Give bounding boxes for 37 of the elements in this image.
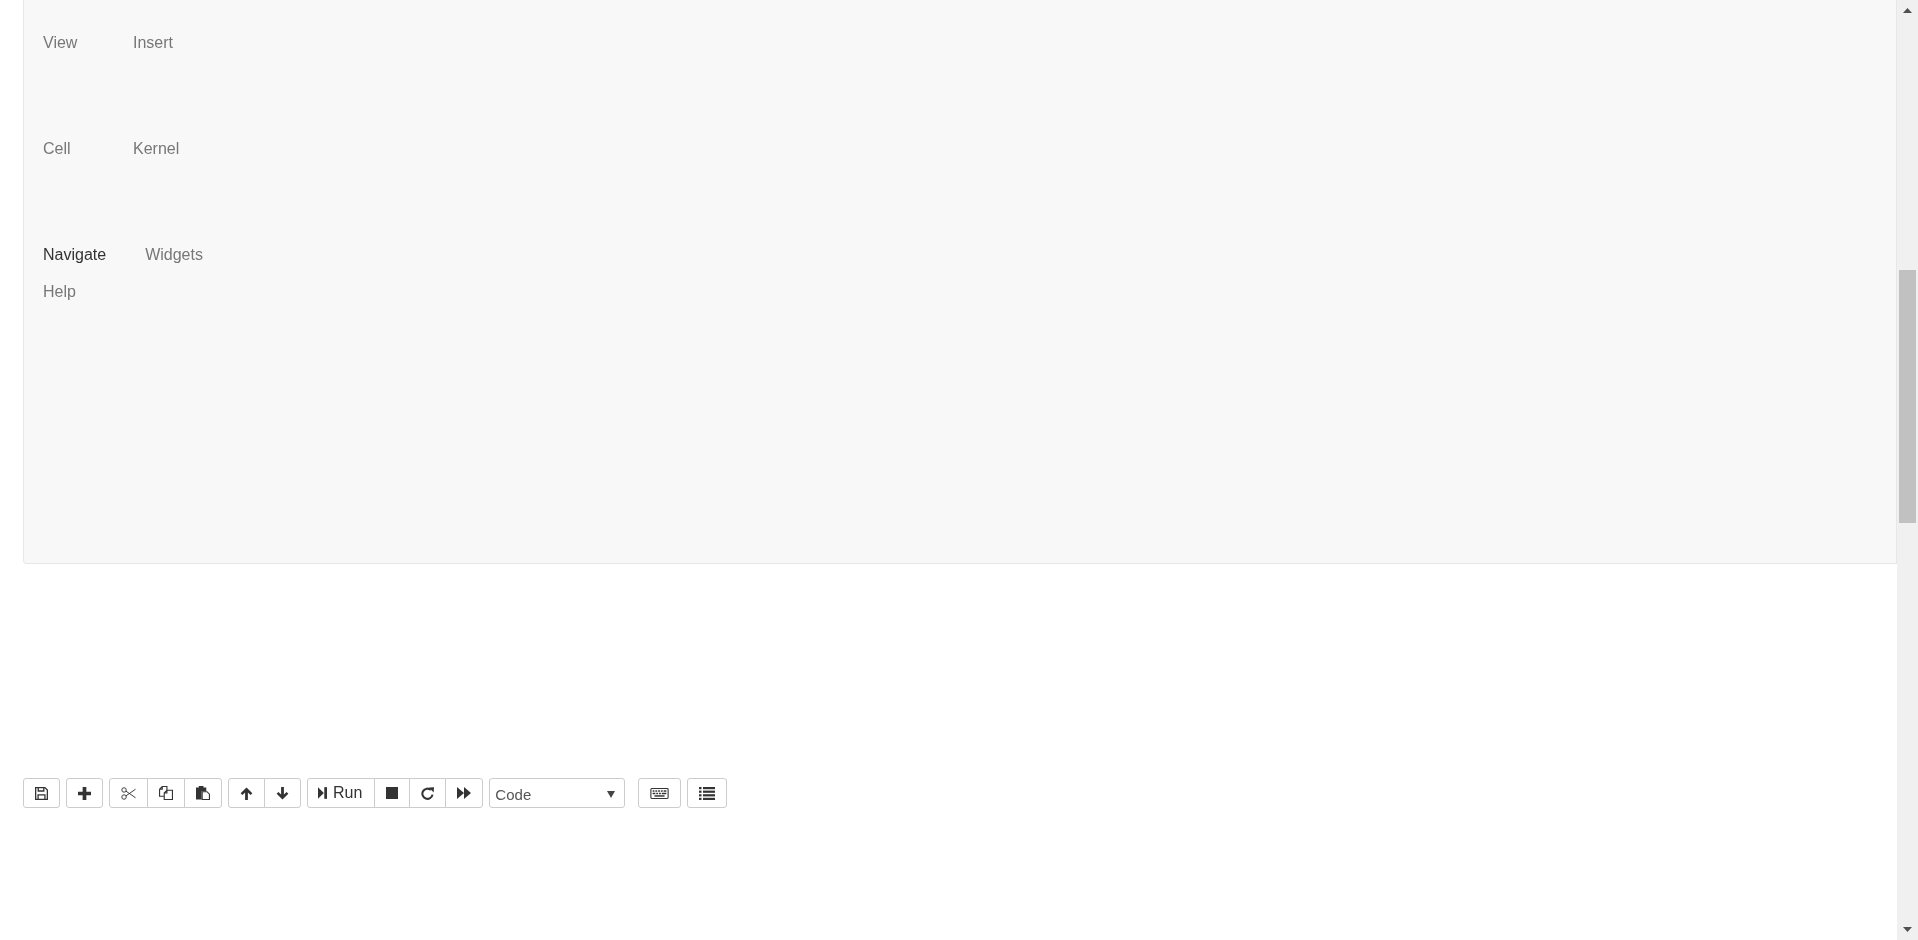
step-forward-icon xyxy=(318,787,327,799)
list-icon xyxy=(699,786,716,800)
stop-icon xyxy=(386,787,399,799)
scroll-up-arrow-icon[interactable] xyxy=(1903,8,1912,13)
list-button[interactable] xyxy=(687,778,728,808)
cell-type-select[interactable]: Code xyxy=(489,778,626,808)
menu-item[interactable]: Kernel xyxy=(133,139,180,159)
stop-button[interactable] xyxy=(374,778,411,808)
menu-item[interactable]: Navigate xyxy=(43,245,107,265)
clipboard-icon xyxy=(196,786,210,800)
scrollbar-track[interactable] xyxy=(1897,0,1918,940)
arrow-down-icon xyxy=(276,786,289,800)
menu-item[interactable]: Insert xyxy=(133,33,173,53)
paste-button[interactable] xyxy=(184,778,222,808)
move-down-button[interactable] xyxy=(264,778,301,808)
move-up-button[interactable] xyxy=(228,778,265,808)
keyboard-button[interactable] xyxy=(638,778,682,808)
circular-arrow-icon xyxy=(421,786,435,800)
plus-icon xyxy=(78,786,91,800)
menu-item[interactable]: View xyxy=(43,33,78,53)
scroll-down-arrow-icon[interactable] xyxy=(1903,927,1912,932)
keyboard-icon xyxy=(650,787,670,799)
save-button[interactable] xyxy=(23,778,60,808)
restart-button[interactable] xyxy=(409,778,447,808)
fast-forward-icon xyxy=(457,787,472,799)
scrollbar-thumb[interactable] xyxy=(1899,270,1916,523)
run-all-button[interactable] xyxy=(445,778,484,808)
add-cell-button[interactable] xyxy=(66,778,103,808)
copy-button[interactable] xyxy=(147,778,185,808)
run-button[interactable]: Run xyxy=(307,778,376,808)
scissors-icon xyxy=(121,786,136,800)
menu-item[interactable]: Widgets xyxy=(145,245,203,265)
menu-item[interactable]: Help xyxy=(43,282,76,302)
menu-item[interactable]: Cell xyxy=(43,139,71,159)
arrow-up-icon xyxy=(240,786,253,800)
copy-icon xyxy=(159,786,173,800)
caret-icon xyxy=(607,790,616,798)
